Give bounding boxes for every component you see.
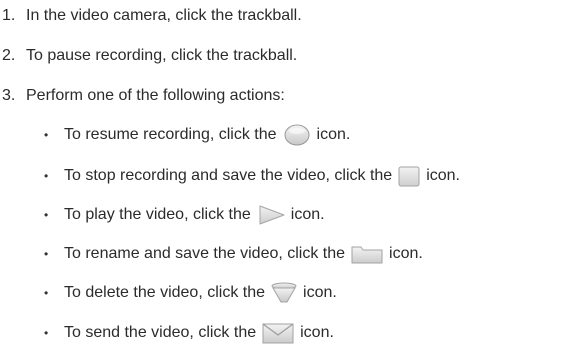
action-text: To play the video, click the [64,206,251,223]
bullet: • [44,208,49,222]
envelope-icon [260,322,296,344]
action-item-play: • To play the video, click the icon. [44,204,325,226]
action-text: To rename and save the video, click the [64,245,346,262]
action-text: To delete the video, click the [64,284,266,301]
step-1: 1. In the video camera, click the trackb… [0,6,302,26]
bullet: • [44,286,49,300]
bullet: • [44,326,49,340]
step-2: 2. To pause recording, click the trackba… [0,46,297,66]
folder-icon [349,243,385,265]
action-item-delete: • To delete the video, click the icon. [44,282,337,304]
action-text-suffix: icon. [316,126,351,143]
trash-icon [269,282,299,304]
action-text-suffix: icon. [426,167,460,184]
action-text-suffix: icon. [303,284,337,301]
action-item-rename: • To rename and save the video, click th… [44,243,423,265]
step-text: Perform one of the following actions: [26,87,285,104]
instructions-document: 1. In the video camera, click the trackb… [0,0,580,363]
stop-icon [396,165,422,187]
action-item-stop: • To stop recording and save the video, … [44,165,460,187]
step-3: 3. Perform one of the following actions: [0,86,285,106]
play-icon [255,204,287,226]
action-item-send: • To send the video, click the icon. [44,322,334,344]
step-number: 2. [2,47,16,64]
bullet: • [44,247,49,261]
action-text: To stop recording and save the video, cl… [64,167,393,184]
action-text-suffix: icon. [300,324,334,341]
action-text-suffix: icon. [389,245,423,262]
step-text: In the video camera, click the trackball… [26,7,302,24]
action-text: To resume recording, click the [64,126,277,143]
action-text-suffix: icon. [290,206,325,223]
record-icon [281,124,313,146]
step-text: To pause recording, click the trackball. [26,47,298,64]
step-number: 3. [2,87,16,104]
step-number: 1. [2,7,16,24]
bullet: • [44,128,49,142]
bullet: • [44,169,49,183]
action-text: To send the video, click the [64,324,257,341]
action-item-resume: • To resume recording, click the icon. [44,124,350,146]
